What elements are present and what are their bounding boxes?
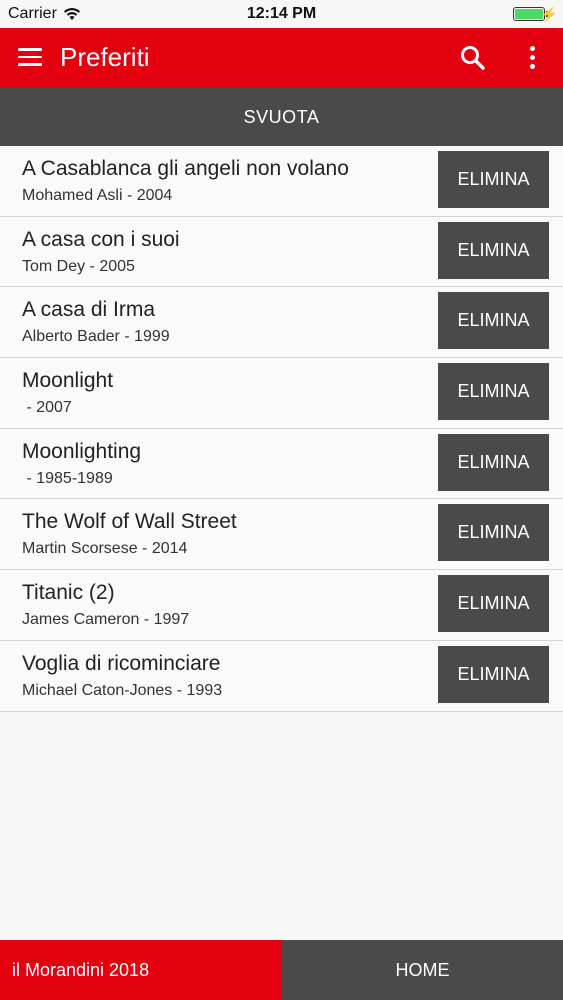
delete-button[interactable]: ELIMINA [438, 645, 549, 703]
bottom-bar: il Morandini 2018 HOME [0, 940, 563, 1000]
favorites-list: A Casablanca gli angeli non volano Moham… [0, 146, 563, 712]
list-item[interactable]: Moonlighting - 1985-1989 ELIMINA [0, 428, 563, 500]
delete-button[interactable]: ELIMINA [438, 504, 549, 562]
item-subtitle: - 1985-1989 [22, 469, 113, 487]
app-bar: Preferiti [0, 28, 563, 88]
item-title: Voglia di ricominciare [22, 651, 221, 675]
delete-button[interactable]: ELIMINA [438, 575, 549, 633]
home-button[interactable]: HOME [282, 940, 563, 1000]
list-item[interactable]: A casa di Irma Alberto Bader - 1999 ELIM… [0, 287, 563, 359]
delete-button[interactable]: ELIMINA [438, 363, 549, 421]
hamburger-menu-icon[interactable] [18, 48, 42, 68]
item-title: Moonlight [22, 369, 114, 393]
item-subtitle: Tom Dey - 2005 [22, 257, 135, 275]
delete-button[interactable]: ELIMINA [438, 292, 549, 350]
item-subtitle: - 2007 [22, 399, 72, 417]
item-title: A casa con i suoi [22, 227, 180, 251]
item-title: The Wolf of Wall Street [22, 510, 237, 534]
delete-button[interactable]: ELIMINA [438, 433, 549, 491]
item-title: Moonlighting [22, 439, 142, 463]
list-item[interactable]: A casa con i suoi Tom Dey - 2005 ELIMINA [0, 216, 563, 288]
status-time: 12:14 PM [246, 5, 317, 22]
page-title: Preferiti [60, 42, 150, 72]
list-item[interactable]: Titanic (2) James Cameron - 1997 ELIMINA [0, 570, 563, 641]
brand-button[interactable]: il Morandini 2018 [0, 940, 282, 1000]
item-subtitle: James Cameron - 1997 [22, 611, 190, 629]
clear-all-button[interactable]: SVUOTA [0, 88, 563, 146]
list-item[interactable]: The Wolf of Wall Street Martin Scorsese … [0, 499, 563, 571]
more-options-icon[interactable] [528, 46, 536, 70]
list-item[interactable]: Moonlight - 2007 ELIMINA [0, 358, 563, 429]
item-subtitle: Alberto Bader - 1999 [22, 328, 170, 346]
item-title: A Casablanca gli angeli non volano [22, 157, 349, 180]
delete-button[interactable]: ELIMINA [438, 221, 549, 279]
item-title: Titanic (2) [22, 581, 115, 605]
item-subtitle: Mohamed Asli - 2004 [22, 187, 173, 204]
delete-button[interactable]: ELIMINA [438, 151, 549, 208]
item-title: A casa di Irma [22, 298, 156, 322]
item-subtitle: Michael Caton-Jones - 1993 [22, 681, 223, 699]
charging-icon: ⚡ [540, 6, 558, 22]
item-subtitle: Martin Scorsese - 2014 [22, 540, 188, 558]
list-item[interactable]: A Casablanca gli angeli non volano Moham… [0, 146, 563, 217]
list-item[interactable]: Voglia di ricominciare Michael Caton-Jon… [0, 640, 563, 712]
status-bar: Carrier 12:14 PM ⚡ [0, 0, 563, 28]
search-icon[interactable] [460, 45, 486, 71]
